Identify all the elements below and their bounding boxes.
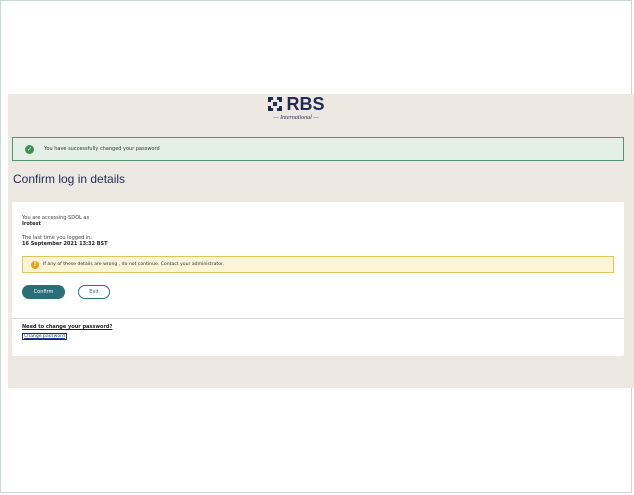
warning-icon: ! xyxy=(31,260,39,269)
confirm-button[interactable]: Confirm xyxy=(22,285,65,299)
change-password-link[interactable]: Change password xyxy=(22,333,67,340)
brand-tagline-text: International xyxy=(280,115,312,121)
rbs-logo[interactable]: RBS — International — xyxy=(256,94,336,126)
last-login-value: 16 September 2021 13:32 BST xyxy=(22,241,108,247)
daisy-wheel-icon xyxy=(268,97,283,111)
warning-banner: ! If any of these details are wrong , do… xyxy=(22,256,614,273)
page-title: Confirm log in details xyxy=(13,172,126,186)
warning-text: If any of these details are wrong , do n… xyxy=(43,262,224,267)
brand-tagline: — International — xyxy=(273,115,319,121)
change-password-heading: Need to change your password? xyxy=(22,324,113,330)
brand-name: RBS xyxy=(286,94,325,114)
success-message: You have successfully changed your passw… xyxy=(44,146,160,152)
logo-row: RBS xyxy=(256,94,336,114)
divider xyxy=(12,318,624,319)
login-details-card: You are accessing SDOL as Irotest The la… xyxy=(12,202,624,356)
username: Irotest xyxy=(22,221,41,227)
exit-button[interactable]: Exit xyxy=(78,285,110,299)
check-circle-icon: ✓ xyxy=(25,144,34,154)
success-banner: ✓ You have successfully changed your pas… xyxy=(12,137,624,161)
